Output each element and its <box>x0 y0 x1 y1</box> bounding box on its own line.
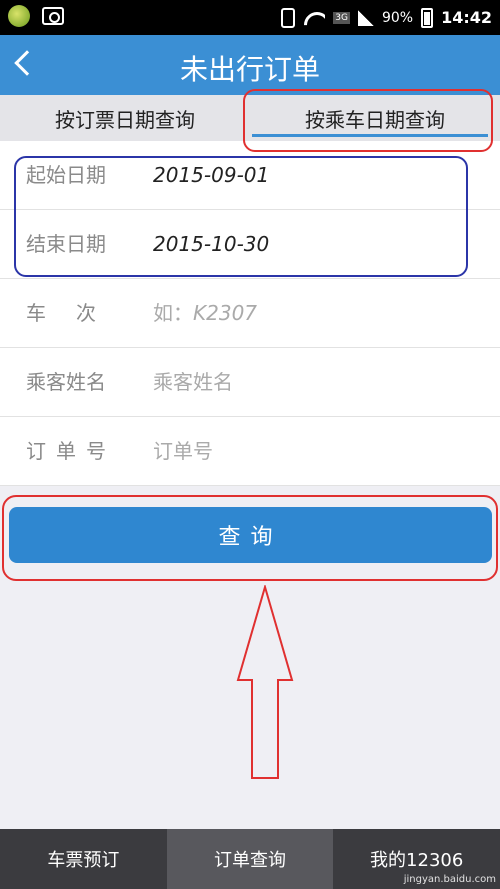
train-number-row[interactable]: 车次 如：K2307 <box>0 279 500 348</box>
passenger-name-label: 乘客姓名 <box>26 370 106 394</box>
train-number-label-char: 车 <box>26 301 46 325</box>
network-type: 3G <box>333 11 350 24</box>
bottom-tab-bar: 车票预订 订单查询 我的12306 jingyan.baidu.com <box>0 829 500 889</box>
order-number-label-char: 单 <box>56 439 76 463</box>
nav-bar: 未出行订单 <box>0 35 500 95</box>
bottom-tab-order-query[interactable]: 订单查询 <box>166 829 334 889</box>
status-right: 3G 90% 14:42 <box>281 0 492 35</box>
train-number-placeholder-example: K2307 <box>193 301 258 325</box>
page-title: 未出行订单 <box>179 53 320 86</box>
status-bar: 3G 90% 14:42 <box>0 0 500 35</box>
status-left <box>8 5 64 27</box>
order-number-input[interactable]: 订单号 <box>153 417 213 486</box>
battery-percent: 90% <box>381 9 414 26</box>
watermark: jingyan.baidu.com <box>403 874 496 885</box>
order-number-label-char: 号 <box>86 439 106 463</box>
passenger-name-row[interactable]: 乘客姓名 乘客姓名 <box>0 348 500 417</box>
camera-icon <box>42 7 64 25</box>
tab-booking-date[interactable]: 按订票日期查询 <box>0 95 250 141</box>
wifi-icon <box>303 10 325 26</box>
train-number-placeholder-prefix: 如： <box>153 301 193 325</box>
phone-icon <box>281 7 296 28</box>
train-number-label-char: 次 <box>76 301 96 325</box>
order-number-label-char: 订 <box>26 439 46 463</box>
train-number-label: 车次 <box>26 279 96 348</box>
signal-icon <box>357 9 374 26</box>
order-number-label: 订单号 <box>26 417 106 486</box>
train-number-input[interactable]: 如：K2307 <box>153 279 257 348</box>
annotation-highlight-dates <box>14 156 468 277</box>
annotation-highlight-tab <box>243 89 493 152</box>
passenger-name-input[interactable]: 乘客姓名 <box>153 348 233 417</box>
battery-icon <box>421 7 434 28</box>
bottom-tab-ticket-booking[interactable]: 车票预订 <box>0 829 167 889</box>
order-number-row[interactable]: 订单号 订单号 <box>0 417 500 486</box>
clock: 14:42 <box>441 8 492 27</box>
app-icon <box>8 5 30 27</box>
annotation-highlight-button <box>2 495 498 581</box>
annotation-up-arrow-icon <box>236 585 294 779</box>
